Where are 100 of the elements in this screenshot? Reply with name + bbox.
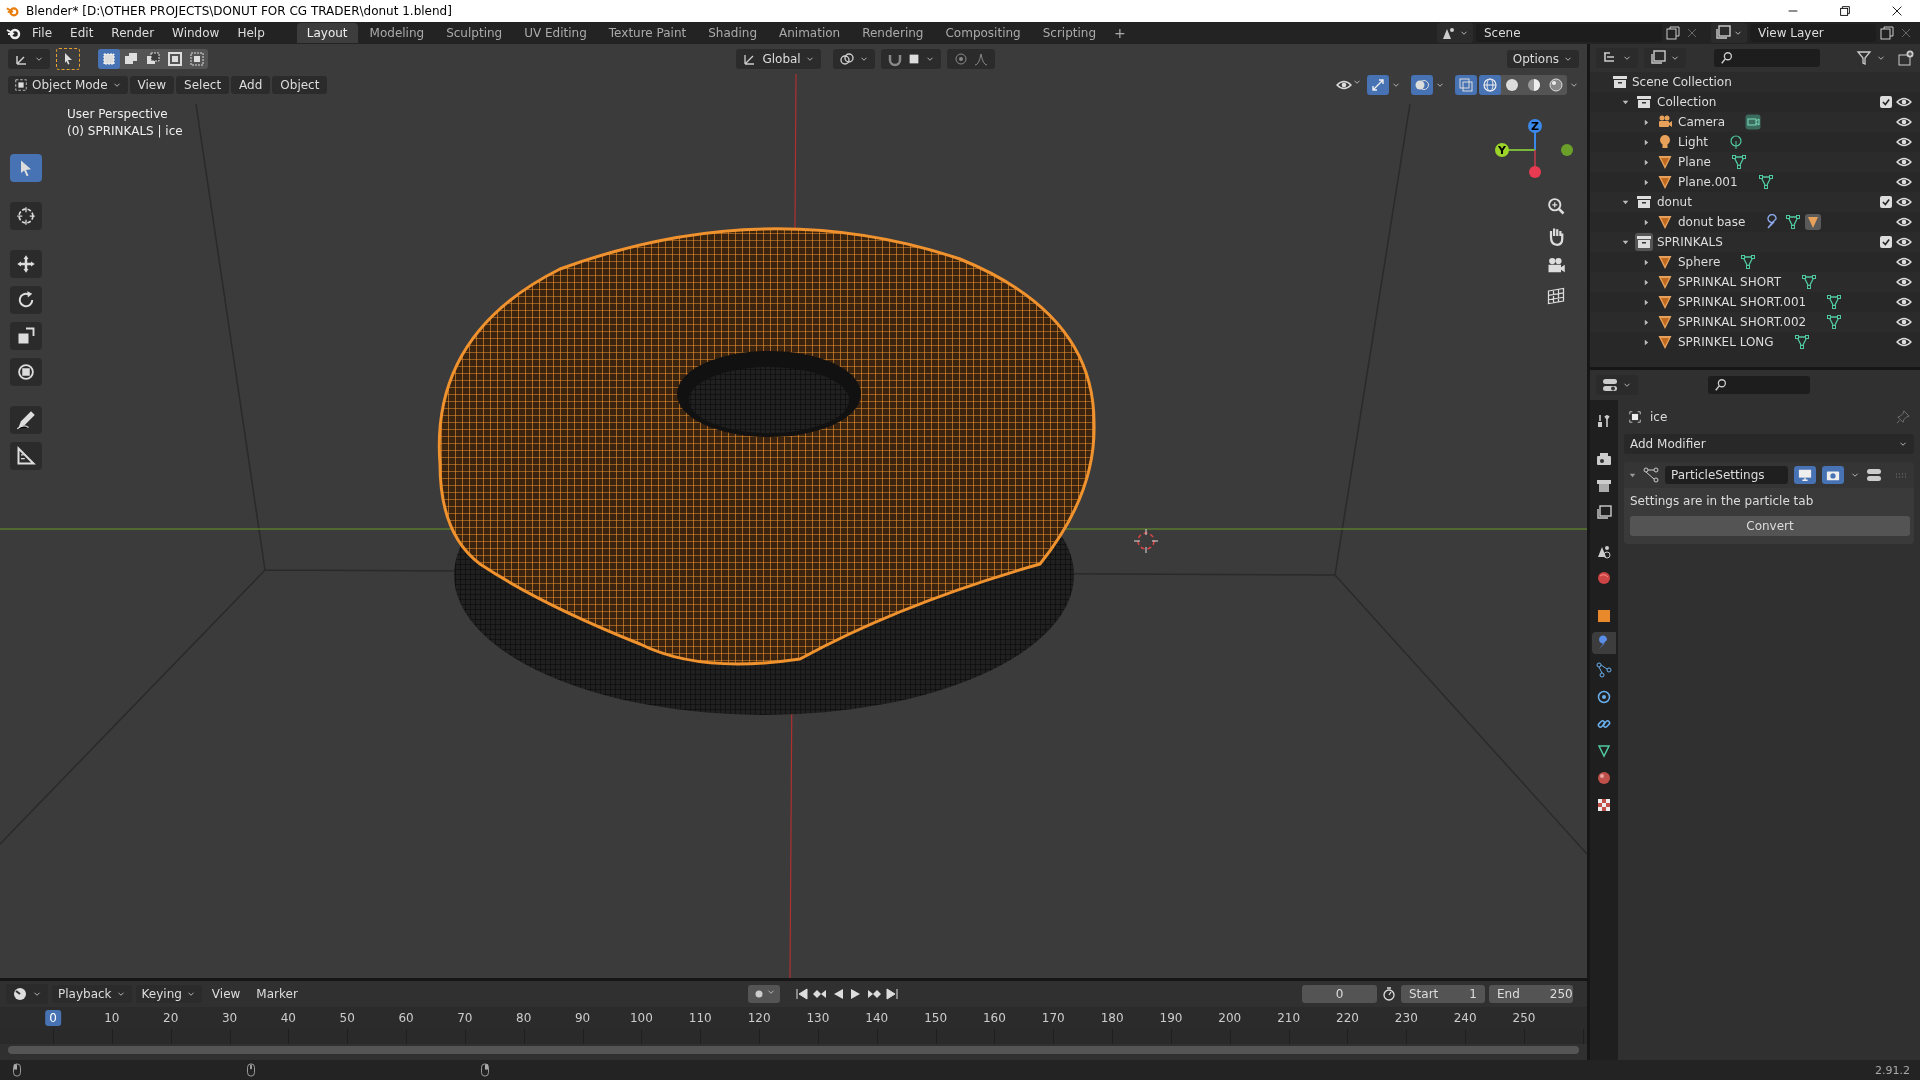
view-layer-selector[interactable] — [1711, 23, 1747, 43]
jump-start-icon[interactable] — [793, 986, 810, 1002]
outliner-item-name[interactable]: Scene Collection — [1632, 75, 1732, 89]
mesh-data-icon[interactable] — [1793, 334, 1810, 350]
display-mode-button[interactable] — [1644, 48, 1686, 68]
timeline-menu-item[interactable]: Keying — [135, 985, 202, 1003]
mesh-data-icon[interactable] — [1757, 174, 1774, 190]
outliner-item-name[interactable]: Plane — [1678, 155, 1711, 169]
gizmo-toggle[interactable] — [1367, 75, 1389, 95]
scene-selector[interactable] — [1437, 23, 1473, 43]
search-field[interactable] — [1708, 376, 1810, 394]
menu-item[interactable]: Window — [164, 24, 228, 42]
checkbox[interactable] — [1880, 96, 1892, 108]
ruler-tool-icon[interactable] — [16, 446, 36, 466]
workspace-tab[interactable]: Layout — [296, 23, 358, 43]
outliner-item-name[interactable]: Collection — [1657, 95, 1717, 109]
collection-icon-slot[interactable] — [1635, 193, 1653, 211]
timeline-menu-item[interactable]: Playback — [52, 985, 132, 1003]
tool-button[interactable] — [10, 202, 42, 230]
timeline-menu-item[interactable]: View — [205, 985, 247, 1003]
menu-item[interactable]: Edit — [62, 24, 102, 42]
stopwatch-icon[interactable] — [1381, 986, 1397, 1002]
workspace-tab[interactable]: UV Editing — [514, 23, 597, 43]
restore-icon[interactable] — [1838, 4, 1852, 18]
outliner-item-name[interactable]: donut — [1657, 195, 1692, 209]
checkbox[interactable] — [1880, 196, 1892, 208]
material-icon[interactable] — [1805, 214, 1822, 230]
mesh-data-icon[interactable] — [1826, 314, 1843, 330]
editor-type-button[interactable] — [1596, 375, 1638, 395]
tool-button[interactable] — [10, 406, 42, 434]
snap-toggle[interactable] — [880, 49, 941, 69]
workspace-tab[interactable]: Shading — [698, 23, 767, 43]
copy-icon[interactable] — [1879, 25, 1895, 41]
outliner-item-name[interactable]: SPRINKEL LONG — [1678, 335, 1774, 349]
viewport-menu-item[interactable]: Select — [176, 76, 230, 94]
zoom-icon[interactable] — [1546, 196, 1566, 216]
move-tool-icon[interactable] — [16, 254, 36, 274]
outliner-item-name[interactable]: Light — [1678, 135, 1708, 149]
outliner-item-name[interactable]: SPRINKAL SHORT — [1678, 275, 1781, 289]
scene-name-field[interactable]: Scene — [1476, 24, 1662, 42]
outliner-item-name[interactable]: SPRINKALS — [1657, 235, 1723, 249]
outliner-item-name[interactable]: donut base — [1678, 215, 1746, 229]
tool-button[interactable] — [10, 286, 42, 314]
editor-type-button[interactable] — [8, 49, 50, 69]
show-in-viewport-toggle[interactable] — [1794, 466, 1816, 484]
outliner-item-name[interactable]: Plane.001 — [1678, 175, 1738, 189]
workspace-tab[interactable]: Texture Paint — [598, 23, 697, 43]
timeline-scrollbar[interactable] — [8, 1046, 1579, 1054]
workspace-tab[interactable]: Sculpting — [436, 23, 513, 43]
scale-tool-icon[interactable] — [16, 326, 36, 346]
menu-item[interactable]: Render — [103, 24, 163, 42]
light-data-icon[interactable] — [1727, 134, 1744, 150]
mesh-data-icon[interactable] — [1730, 154, 1747, 170]
select-box-tool-button[interactable] — [56, 48, 80, 70]
new-collection-icon[interactable] — [1898, 50, 1914, 66]
transform-tool-icon[interactable] — [16, 362, 36, 382]
3d-cursor-icon[interactable] — [1133, 528, 1159, 554]
xray-toggle[interactable] — [1455, 75, 1477, 95]
current-frame-field[interactable]: 0 — [1302, 985, 1377, 1003]
pivot-dropdown[interactable] — [832, 49, 875, 69]
proportional-edit-toggle[interactable] — [946, 49, 995, 69]
mesh-data-icon[interactable] — [1740, 254, 1757, 270]
tool-button[interactable] — [10, 442, 42, 470]
outliner-item-name[interactable]: SPRINKAL SHORT.001 — [1678, 295, 1807, 309]
orientation-dropdown[interactable]: Global — [736, 49, 821, 69]
overlays-toggle[interactable] — [1411, 75, 1433, 95]
timeline-menu-item[interactable]: Marker — [250, 985, 304, 1003]
toggle-icon[interactable] — [1866, 467, 1882, 483]
workspace-tab[interactable]: Modeling — [359, 23, 435, 43]
add-workspace-button[interactable]: + — [1108, 25, 1132, 41]
view-layer-field[interactable]: View Layer — [1750, 24, 1876, 42]
auto-keying-button[interactable] — [747, 985, 780, 1003]
mesh-data-icon[interactable] — [1785, 214, 1802, 230]
tool-button[interactable] — [10, 250, 42, 278]
menu-item[interactable]: Help — [229, 24, 273, 42]
tool-button[interactable] — [10, 322, 42, 350]
outliner-item-name[interactable]: Sphere — [1678, 255, 1721, 269]
convert-button[interactable]: Convert — [1630, 516, 1910, 536]
copy-icon[interactable] — [1665, 25, 1681, 41]
editor-type-button[interactable] — [6, 984, 48, 1004]
workspace-tab[interactable]: Compositing — [935, 23, 1031, 43]
show-in-render-toggle[interactable] — [1822, 466, 1844, 484]
tool-button[interactable] — [10, 358, 42, 386]
start-frame-field[interactable]: Start 1 — [1401, 985, 1485, 1003]
mesh-data-icon[interactable] — [1826, 294, 1843, 310]
close-icon[interactable] — [1890, 4, 1904, 18]
navigation-gizmo[interactable]: Z Y — [1495, 119, 1573, 178]
cursor-tool-icon[interactable] — [16, 206, 36, 226]
workspace-tab[interactable]: Rendering — [852, 23, 934, 43]
modifier-name-field[interactable]: ParticleSettings — [1665, 466, 1788, 484]
viewport-menu-item[interactable]: Object — [272, 76, 328, 94]
collection-icon-slot[interactable] — [1635, 93, 1653, 111]
editor-type-button[interactable] — [1596, 48, 1638, 68]
pencil-tool-icon[interactable] — [16, 410, 36, 430]
outliner-item-name[interactable]: Camera — [1678, 115, 1726, 129]
options-dropdown[interactable]: Options — [1506, 50, 1579, 68]
rotate-tool-icon[interactable] — [16, 290, 36, 310]
workspace-tab[interactable]: Animation — [769, 23, 851, 43]
mode-dropdown[interactable]: Object Mode — [8, 76, 128, 94]
menu-item[interactable]: File — [24, 24, 61, 42]
